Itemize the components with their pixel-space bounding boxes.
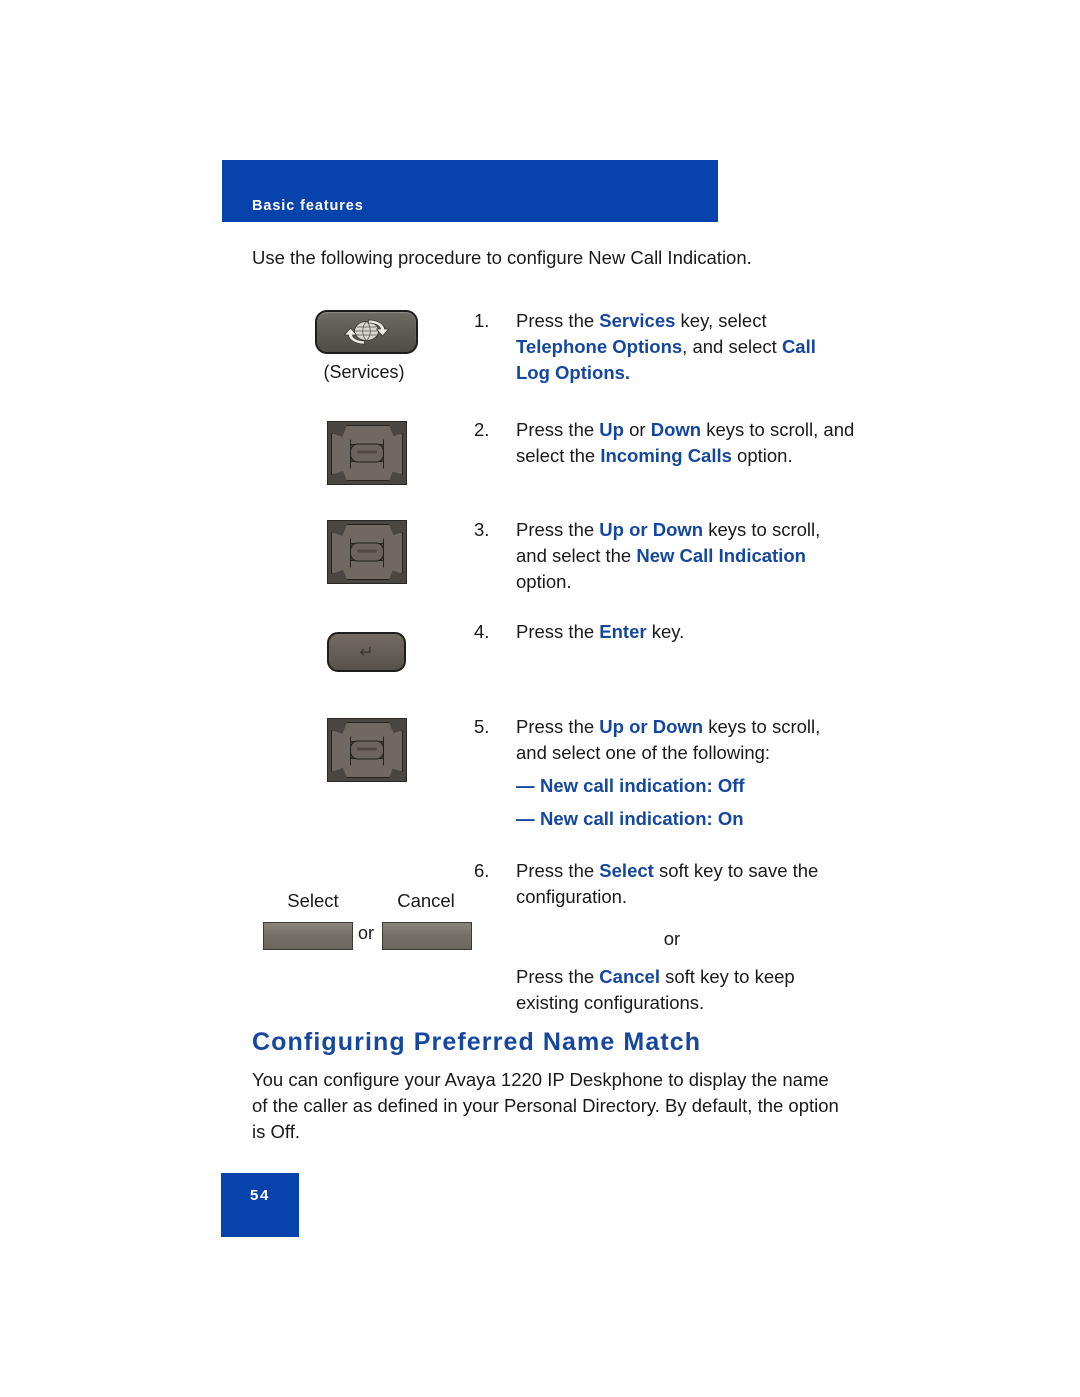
step-5-option-1-label: New call indication: On <box>540 808 744 829</box>
step-2-text: Press the Up or Down keys to scroll, and… <box>516 417 856 469</box>
step-2-seg-3: Down <box>650 419 702 440</box>
section-heading: Configuring Preferred Name Match <box>252 1028 702 1056</box>
step-5-seg-1: Up or Down <box>599 716 704 737</box>
step-2-seg-2: or <box>623 419 651 440</box>
step-1-number: 1. <box>474 310 490 331</box>
step-6-text: Press the Select soft key to save the co… <box>516 858 856 1016</box>
step-1-text: Press the Services key, select Telephone… <box>516 308 846 386</box>
step-6-alt-text: Press the Cancel soft key to keep existi… <box>516 964 856 1016</box>
step-5-number: 5. <box>474 716 490 737</box>
page-number-box: 54 <box>221 1173 299 1237</box>
step-2-seg-6: option. <box>731 445 793 466</box>
step-1-seg-1: Services <box>599 310 676 331</box>
step-5-option-0-label: New call indication: Off <box>540 775 745 796</box>
step-3-seg-4: option. <box>516 571 572 592</box>
step-3-text: Press the Up or Down keys to scroll, and… <box>516 517 846 595</box>
dash-bullet-icon: — <box>516 775 535 796</box>
section-body-paragraph: You can configure your Avaya 1220 IP Des… <box>252 1069 839 1142</box>
step-6-number: 6. <box>474 860 490 881</box>
step-6-seg-1: Select <box>599 860 654 881</box>
step-3-number: 3. <box>474 519 490 540</box>
step-1-seg-2: key, select <box>675 310 767 331</box>
page-number: 54 <box>250 1187 270 1204</box>
step-1-seg-4: , and select <box>682 336 782 357</box>
step-6-alt-seg-1: Cancel <box>599 966 660 987</box>
dash-bullet-icon: — <box>516 808 535 829</box>
step-4-seg-1: Enter <box>599 621 647 642</box>
step-6-seg-0: Press the <box>516 860 600 881</box>
procedure-steps: 1. Press the Services key, select Teleph… <box>0 0 1080 1397</box>
step-4-seg-0: Press the <box>516 621 600 642</box>
step-5-option-1: — New call indication: On <box>516 806 856 832</box>
step-4-seg-2: key. <box>646 621 685 642</box>
step-6-or-divider: or <box>663 928 681 949</box>
step-1-seg-0: Press the <box>516 310 600 331</box>
step-2-seg-0: Press the <box>516 419 600 440</box>
step-1-seg-3: Telephone Options <box>516 336 683 357</box>
step-3-seg-1: Up or Down <box>599 519 704 540</box>
step-5-text: Press the Up or Down keys to scroll, and… <box>516 714 856 832</box>
step-5-seg-0: Press the <box>516 716 600 737</box>
step-3-seg-0: Press the <box>516 519 600 540</box>
step-2-number: 2. <box>474 419 490 440</box>
step-3-seg-3: New Call Indication <box>636 545 806 566</box>
step-2-seg-5: Incoming Calls <box>600 445 732 466</box>
step-6-alt-seg-0: Press the <box>516 966 600 987</box>
step-5-option-0: — New call indication: Off <box>516 773 856 799</box>
step-4-text: Press the Enter key. <box>516 619 846 645</box>
step-2-seg-1: Up <box>599 419 624 440</box>
step-4-number: 4. <box>474 621 490 642</box>
